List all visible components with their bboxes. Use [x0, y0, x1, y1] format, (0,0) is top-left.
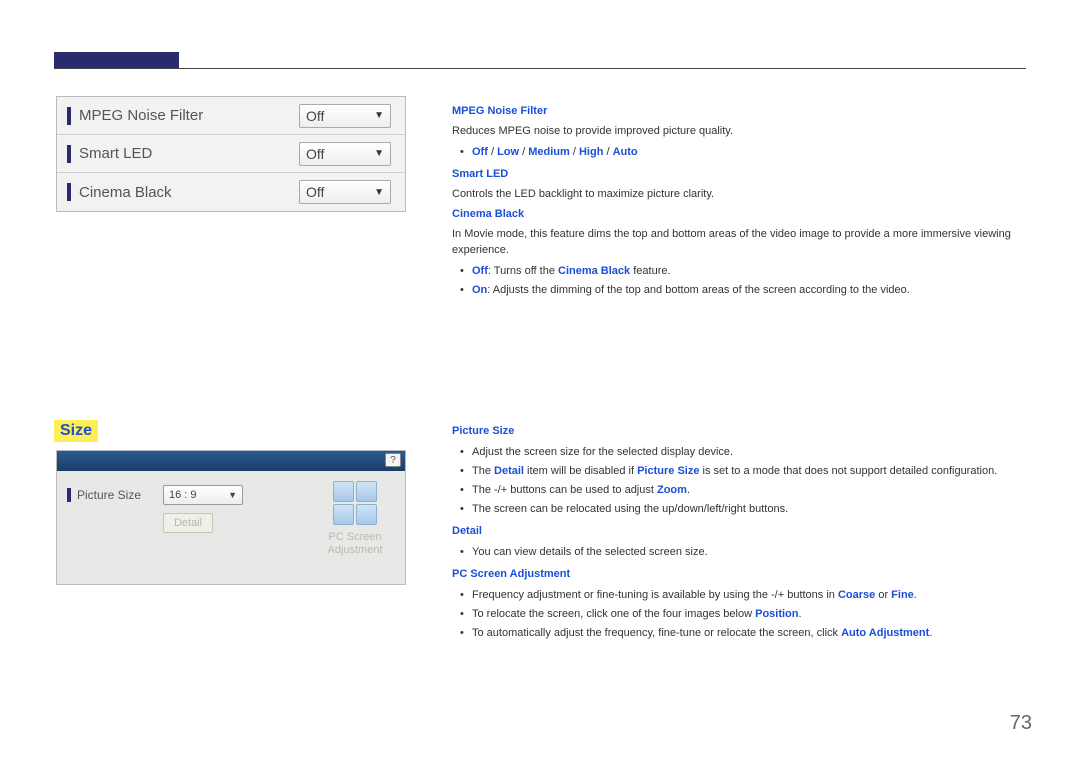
row-label: Smart LED — [79, 145, 299, 162]
option-off: Off — [472, 146, 488, 158]
header-accent-bar — [54, 52, 179, 68]
row-label: Cinema Black — [79, 184, 299, 201]
bullet-frequency: Frequency adjustment or fine-tuning is a… — [452, 587, 1032, 604]
chevron-down-icon: ▼ — [228, 490, 237, 500]
settings-panel-size: ? Picture Size 16 : 9 ▼ Detail PC Screen… — [56, 450, 406, 585]
desc-mpeg-noise: Reduces MPEG noise to provide improved p… — [452, 124, 1032, 140]
heading-cinema-black: Cinema Black — [452, 207, 1032, 223]
chevron-down-icon: ▼ — [374, 187, 384, 198]
mpeg-noise-select[interactable]: Off ▼ — [299, 104, 391, 128]
heading-pc-screen-adjustment: PC Screen Adjustment — [452, 567, 1032, 583]
bullet-auto-adjust: To automatically adjust the frequency, f… — [452, 625, 1032, 642]
select-value: 16 : 9 — [169, 489, 197, 501]
row-picture-size: Picture Size 16 : 9 ▼ — [67, 481, 315, 509]
options-list: Off / Low / Medium / High / Auto — [452, 144, 1032, 161]
heading-smart-led: Smart LED — [452, 167, 1032, 183]
detail-button[interactable]: Detail — [163, 513, 213, 533]
row-marker — [67, 145, 71, 163]
description-size-section: Picture Size Adjust the screen size for … — [452, 424, 1032, 648]
desc-smart-led: Controls the LED backlight to maximize p… — [452, 187, 1032, 203]
bullet-cinema-on: On: Adjusts the dimming of the top and b… — [452, 282, 1032, 299]
pc-screen-label-1: PC Screen — [315, 531, 395, 544]
description-noise-section: MPEG Noise Filter Reduces MPEG noise to … — [452, 104, 1032, 305]
option-medium: Medium — [528, 146, 570, 158]
heading-mpeg-noise-filter: MPEG Noise Filter — [452, 104, 1032, 120]
section-heading-size: Size — [54, 420, 98, 442]
help-icon[interactable]: ? — [385, 453, 401, 467]
select-value: Off — [306, 146, 324, 162]
pc-screen-label-2: Adjustment — [315, 544, 395, 557]
row-mpeg-noise-filter: MPEG Noise Filter Off ▼ — [57, 97, 405, 135]
header-rule — [54, 68, 1026, 69]
row-marker — [67, 488, 71, 502]
settings-panel-noise: MPEG Noise Filter Off ▼ Smart LED Off ▼ … — [56, 96, 406, 212]
select-value: Off — [306, 184, 324, 200]
cinema-black-select[interactable]: Off ▼ — [299, 180, 391, 204]
bullet-zoom: The -/+ buttons can be used to adjust Zo… — [452, 482, 1032, 499]
select-value: Off — [306, 108, 324, 124]
option-high: High — [579, 146, 603, 158]
heading-picture-size: Picture Size — [452, 424, 1032, 440]
bullet-relocate: The screen can be relocated using the up… — [452, 501, 1032, 518]
pc-screen-adjust-icon[interactable] — [333, 481, 377, 525]
chevron-down-icon: ▼ — [374, 110, 384, 121]
smart-led-select[interactable]: Off ▼ — [299, 142, 391, 166]
bullet-adjust-size: Adjust the screen size for the selected … — [452, 444, 1032, 461]
option-auto: Auto — [613, 146, 638, 158]
bullet-view-details: You can view details of the selected scr… — [452, 544, 1032, 561]
option-low: Low — [497, 146, 519, 158]
row-marker — [67, 107, 71, 125]
heading-detail: Detail — [452, 524, 1032, 540]
desc-cinema-black: In Movie mode, this feature dims the top… — [452, 227, 1032, 259]
chevron-down-icon: ▼ — [374, 148, 384, 159]
row-label: Picture Size — [77, 488, 163, 502]
bullet-cinema-off: Off: Turns off the Cinema Black feature. — [452, 263, 1032, 280]
row-marker — [67, 183, 71, 201]
row-smart-led: Smart LED Off ▼ — [57, 135, 405, 173]
picture-size-select[interactable]: 16 : 9 ▼ — [163, 485, 243, 505]
bullet-position: To relocate the screen, click one of the… — [452, 606, 1032, 623]
page-number: 73 — [1010, 712, 1032, 735]
panel-titlebar: ? — [57, 451, 405, 471]
row-cinema-black: Cinema Black Off ▼ — [57, 173, 405, 211]
row-label: MPEG Noise Filter — [79, 107, 299, 124]
bullet-detail-disabled: The Detail item will be disabled if Pict… — [452, 463, 1032, 480]
